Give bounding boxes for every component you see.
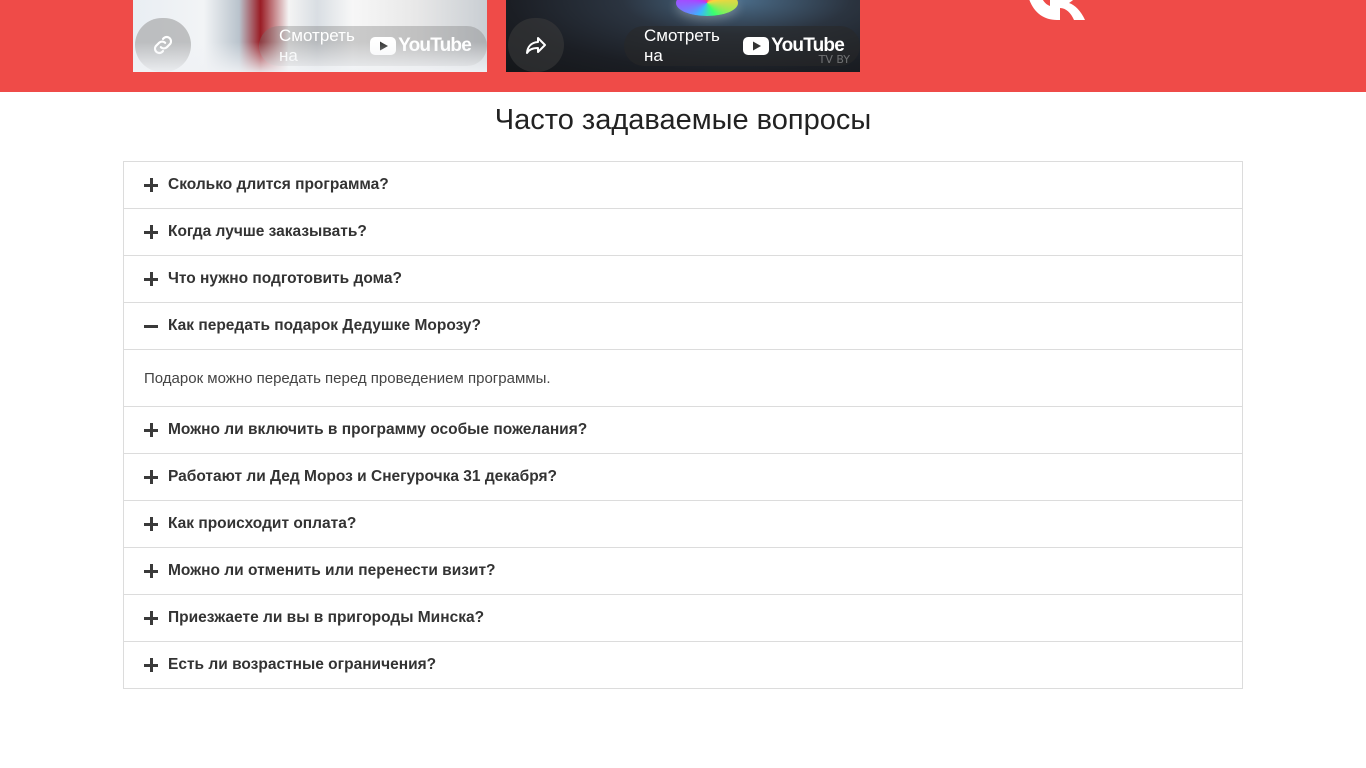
plus-icon [144,658,158,672]
faq-question-text: Когда лучше заказывать? [168,223,367,240]
faq-question-text: Что нужно подготовить дома? [168,270,402,287]
faq-question-text: Работают ли Дед Мороз и Снегурочка 31 де… [168,468,558,485]
faq-item-expanded: Как передать подарок Дедушке Морозу? Под… [124,303,1242,407]
share-icon [526,37,546,54]
copy-link-button[interactable] [135,18,191,72]
faq-item: Работают ли Дед Мороз и Снегурочка 31 де… [124,454,1242,501]
watch-on-youtube-button[interactable]: Смотреть на YouTube [259,26,487,66]
faq-answer-text: Подарок можно передать перед проведением… [124,349,1242,406]
vk-logo-icon[interactable] [1024,0,1086,20]
faq-accordion: Сколько длится программа? Когда лучше за… [123,161,1243,689]
faq-question-toggle[interactable]: Приезжаете ли вы в пригороды Минска? [124,595,1242,641]
minus-icon [144,319,158,333]
faq-question-toggle[interactable]: Сколько длится программа? [124,162,1242,208]
faq-item: Можно ли отменить или перенести визит? [124,548,1242,595]
faq-question-text: Можно ли отменить или перенести визит? [168,562,496,579]
faq-item: Приезжаете ли вы в пригороды Минска? [124,595,1242,642]
youtube-logo: YouTube [370,35,472,57]
faq-question-text: Есть ли возрастные ограничения? [168,656,437,673]
faq-question-toggle[interactable]: Как передать подарок Дедушке Морозу? [124,303,1242,349]
youtube-play-icon [743,37,770,55]
watch-label: Смотреть на [279,26,355,65]
faq-question-toggle[interactable]: Что нужно подготовить дома? [124,256,1242,302]
faq-question-text: Сколько длится программа? [168,176,389,193]
faq-question-text: Можно ли включить в программу особые пож… [168,421,588,438]
plus-icon [144,470,158,484]
faq-item: Когда лучше заказывать? [124,209,1242,256]
plus-icon [144,517,158,531]
video-embed-2[interactable]: Смотреть на YouTube TV BY [506,0,860,72]
plus-icon [144,225,158,239]
faq-title: Часто задаваемые вопросы [494,104,872,136]
faq-item: Сколько длится программа? [124,162,1242,209]
youtube-play-icon [370,37,397,55]
youtube-wordmark: YouTube [398,35,472,56]
plus-icon [144,611,158,625]
disco-light-thumbnail [676,0,738,16]
faq-item: Как происходит оплата? [124,501,1242,548]
faq-question-text: Как происходит оплата? [168,515,357,532]
plus-icon [144,423,158,437]
link-icon [153,35,173,55]
faq-question-toggle[interactable]: Можно ли отменить или перенести визит? [124,548,1242,594]
faq-item: Есть ли возрастные ограничения? [124,642,1242,688]
faq-question-text: Приезжаете ли вы в пригороды Минска? [168,609,485,626]
faq-question-toggle[interactable]: Есть ли возрастные ограничения? [124,642,1242,688]
plus-icon [144,178,158,192]
plus-icon [144,564,158,578]
faq-item: Можно ли включить в программу особые пож… [124,407,1242,454]
video-embed-1[interactable]: Смотреть на YouTube [133,0,487,72]
faq-question-text: Как передать подарок Дедушке Морозу? [168,317,481,334]
video-band: Смотреть на YouTube Смотреть на YouTube … [0,0,1366,92]
faq-question-toggle[interactable]: Работают ли Дед Мороз и Снегурочка 31 де… [124,454,1242,500]
watch-label: Смотреть на [644,26,720,65]
faq-question-toggle[interactable]: Можно ли включить в программу особые пож… [124,407,1242,453]
share-button[interactable] [508,18,564,72]
faq-question-toggle[interactable]: Как происходит оплата? [124,501,1242,547]
channel-watermark: TV BY [818,53,850,66]
faq-question-toggle[interactable]: Когда лучше заказывать? [124,209,1242,255]
faq-item: Что нужно подготовить дома? [124,256,1242,303]
plus-icon [144,272,158,286]
